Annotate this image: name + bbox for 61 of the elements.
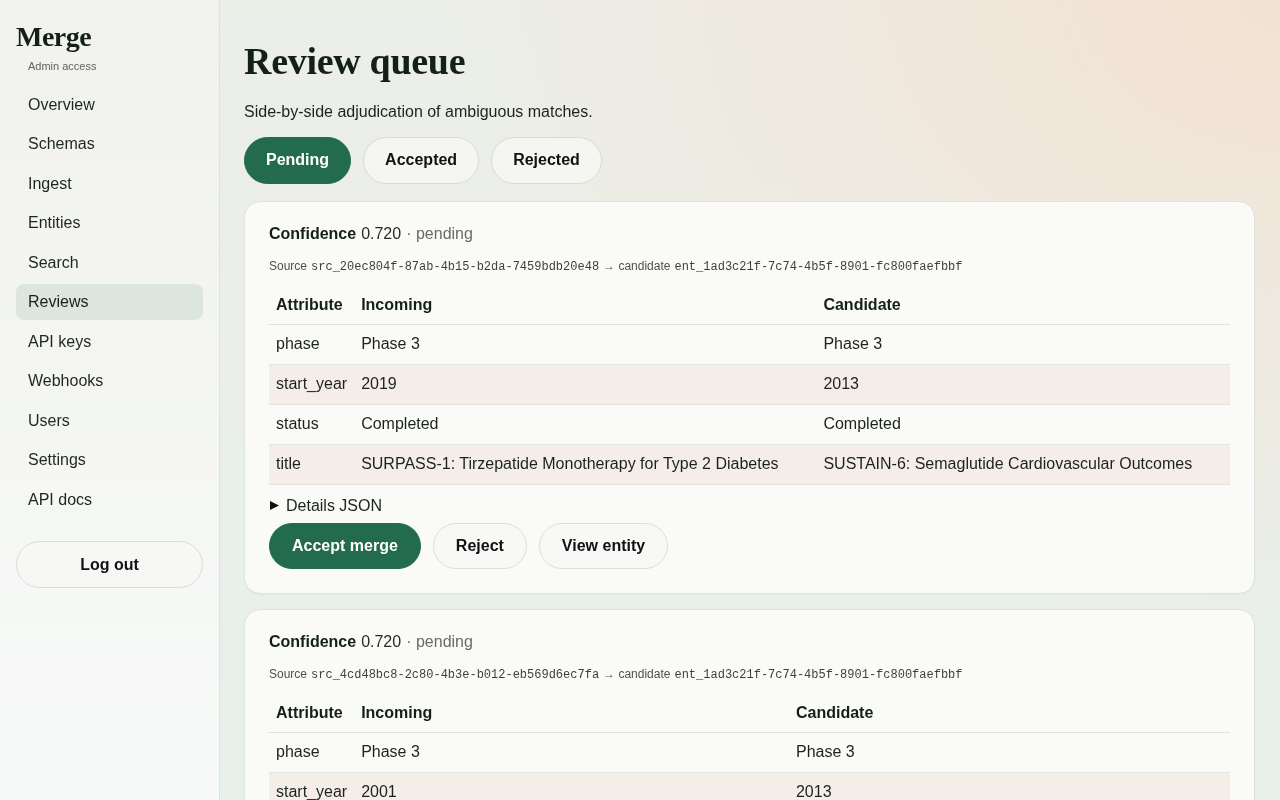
table-cell-text: title	[276, 454, 301, 475]
table-cell-text: Phase 3	[361, 334, 420, 355]
nav-item[interactable]: Users	[16, 402, 203, 439]
column-header: Incoming	[361, 703, 433, 724]
table-cell-text: SURPASS-1: Tirzepatide Monotherapy for Type 2 Diabetes	[361, 454, 779, 475]
table-cell-text: Phase 3	[823, 334, 883, 355]
nav-item[interactable]: Schemas	[16, 126, 203, 162]
nav-item[interactable]: API docs	[16, 481, 203, 518]
confidence-score: 0.720	[361, 223, 402, 244]
nav-item[interactable]: Reviews	[16, 284, 203, 320]
app-subtitle: Admin access	[28, 58, 97, 73]
nav-item[interactable]: Ingest	[16, 165, 203, 202]
logout-button[interactable]: Log out	[16, 541, 203, 589]
action-button[interactable]: Reject	[432, 522, 527, 569]
filter-tab[interactable]: Rejected	[491, 136, 602, 184]
column-header: Candidate	[795, 703, 874, 724]
app-title: Merge	[16, 20, 92, 54]
table-cell-text: phase	[276, 742, 320, 763]
column-header: Candidate	[823, 295, 901, 316]
table-cell-text: start_year	[276, 374, 348, 395]
candidate-id: ent_1ad3c21f-7c74-4b5f-8901-fc800faefbbf	[674, 666, 963, 683]
confidence-score: 0.720	[361, 631, 402, 652]
table-cell-text: SUSTAIN-6: Semaglutide Cardiovascular Outcomes	[823, 454, 1193, 475]
column-header: Attribute	[276, 295, 343, 316]
table-cell-text: status	[276, 414, 319, 435]
filter-tab[interactable]: Pending	[244, 136, 352, 184]
nav-item[interactable]: Entities	[16, 205, 203, 241]
column-header: Incoming	[361, 295, 433, 316]
action-button[interactable]: View entity	[538, 522, 669, 569]
nav-item[interactable]: Search	[16, 244, 203, 281]
table-cell-text: Completed	[823, 414, 901, 435]
filter-tab[interactable]: Accepted	[363, 136, 480, 184]
page-title: Review queue	[244, 39, 466, 84]
accept-button[interactable]: Accept merge	[269, 522, 421, 569]
table-cell-text: start_year	[276, 782, 348, 800]
table-cell-text: 2013	[795, 782, 832, 800]
table-cell-text: Completed	[361, 414, 439, 435]
nav-item[interactable]: Overview	[16, 86, 203, 123]
candidate-label: → candidate	[603, 257, 671, 274]
source-id: src_20ec804f-87ab-4b15-b2da-7459bdb20e48	[311, 258, 600, 275]
source-id: src_4cd48bc8-2c80-4b3e-b012-eb569d6ec7fa	[311, 666, 600, 683]
source-label: Source	[269, 665, 308, 682]
nav-item[interactable]: API keys	[16, 323, 203, 360]
confidence-label: Confidence	[269, 223, 357, 244]
table-cell-text: Phase 3	[795, 742, 855, 763]
confidence-label: Confidence	[269, 631, 357, 652]
candidate-label: → candidate	[603, 665, 671, 682]
nav-item[interactable]: Webhooks	[16, 363, 203, 399]
table-cell-text: phase	[276, 334, 320, 355]
table-cell-text: 2013	[823, 374, 859, 395]
nav-item[interactable]: Settings	[16, 442, 203, 478]
review-status: · pending	[406, 631, 473, 652]
table-cell-text: 2001	[361, 782, 397, 800]
table-cell-text: 2019	[361, 374, 397, 395]
candidate-id: ent_1ad3c21f-7c74-4b5f-8901-fc800faefbbf	[674, 258, 963, 275]
details-toggle[interactable]: Details JSON	[269, 493, 383, 518]
column-header: Attribute	[276, 703, 343, 724]
table-cell-text: Phase 3	[361, 742, 420, 763]
review-status: · pending	[406, 223, 473, 244]
source-label: Source	[269, 257, 308, 274]
page-subtitle: Side-by-side adjudication of ambiguous matches.	[244, 101, 593, 122]
